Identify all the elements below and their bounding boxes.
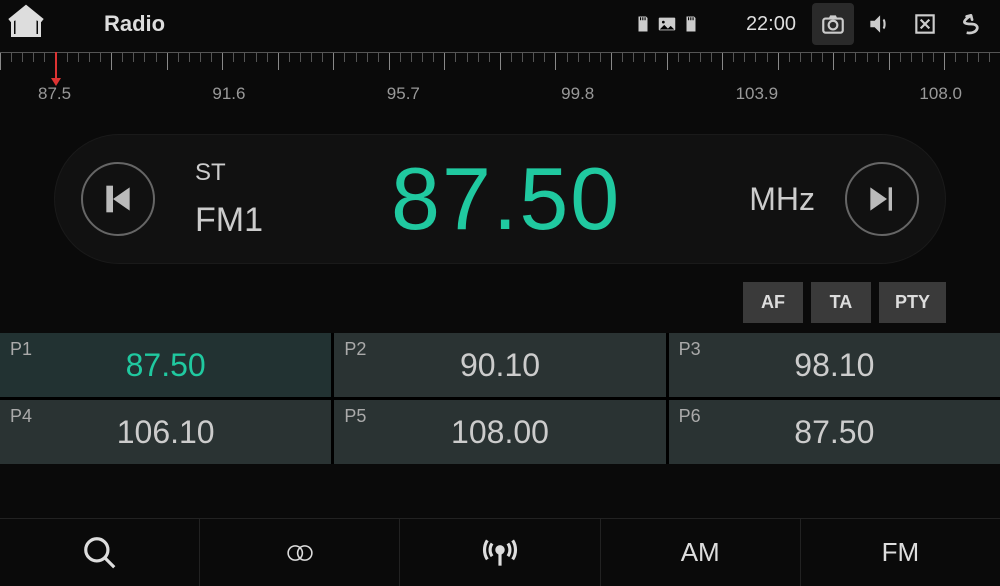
next-station-button[interactable]: [845, 162, 919, 236]
af-button[interactable]: AF: [743, 282, 803, 323]
dial-label: 103.9: [736, 84, 779, 104]
frequency-unit: MHz: [749, 181, 815, 218]
status-bar: Radio 22:00: [0, 0, 1000, 48]
preset-3[interactable]: P398.10: [669, 333, 1000, 397]
stereo-indicator: ST: [195, 159, 263, 187]
preset-label: P2: [344, 339, 366, 360]
sd-card-icon-2: [680, 11, 702, 37]
dial-label: 99.8: [561, 84, 594, 104]
preset-5[interactable]: P5108.00: [334, 400, 665, 464]
dial-labels: 87.5 91.6 95.7 99.8 103.9 108.0: [0, 84, 1000, 104]
dial-label: 95.7: [387, 84, 420, 104]
preset-value: 98.10: [683, 347, 986, 384]
bottom-nav: AM FM: [0, 518, 1000, 586]
preset-label: P5: [344, 406, 366, 427]
dial-label: 87.5: [38, 84, 71, 104]
preset-1[interactable]: P187.50: [0, 333, 331, 397]
preset-4[interactable]: P4106.10: [0, 400, 331, 464]
rds-options: AF TA PTY: [0, 282, 946, 323]
frequency-dial[interactable]: 87.5 91.6 95.7 99.8 103.9 108.0: [0, 52, 1000, 112]
prev-station-button[interactable]: [81, 162, 155, 236]
volume-icon[interactable]: [858, 3, 900, 45]
preset-value: 108.00: [348, 414, 651, 451]
preset-label: P6: [679, 406, 701, 427]
broadcast-button[interactable]: [400, 519, 600, 586]
preset-grid: P187.50P290.10P398.10P4106.10P5108.00P68…: [0, 333, 1000, 464]
am-band-button[interactable]: AM: [601, 519, 801, 586]
preset-label: P4: [10, 406, 32, 427]
close-window-icon[interactable]: [904, 3, 946, 45]
clock: 22:00: [746, 13, 796, 36]
preset-value: 90.10: [348, 347, 651, 384]
pty-button[interactable]: PTY: [879, 282, 946, 323]
preset-6[interactable]: P687.50: [669, 400, 1000, 464]
preset-value: 87.50: [14, 347, 317, 384]
picture-icon: [656, 11, 678, 37]
preset-label: P3: [679, 339, 701, 360]
back-icon[interactable]: [950, 3, 992, 45]
frequency-display: ST FM1 87.50 MHz: [54, 134, 946, 264]
preset-value: 87.50: [683, 414, 986, 451]
storage-icons: [632, 11, 702, 37]
app-title: Radio: [104, 11, 165, 37]
preset-label: P1: [10, 339, 32, 360]
dial-pointer: [55, 52, 57, 80]
band-label: FM1: [195, 201, 263, 240]
preset-2[interactable]: P290.10: [334, 333, 665, 397]
search-button[interactable]: [0, 519, 200, 586]
stereo-button[interactable]: [200, 519, 400, 586]
dial-label: 91.6: [212, 84, 245, 104]
ta-button[interactable]: TA: [811, 282, 871, 323]
sd-card-icon: [632, 11, 654, 37]
camera-icon[interactable]: [812, 3, 854, 45]
home-button[interactable]: [8, 4, 44, 45]
fm-band-button[interactable]: FM: [801, 519, 1000, 586]
preset-value: 106.10: [14, 414, 317, 451]
dial-label: 108.0: [919, 84, 962, 104]
current-frequency: 87.50: [263, 148, 749, 250]
